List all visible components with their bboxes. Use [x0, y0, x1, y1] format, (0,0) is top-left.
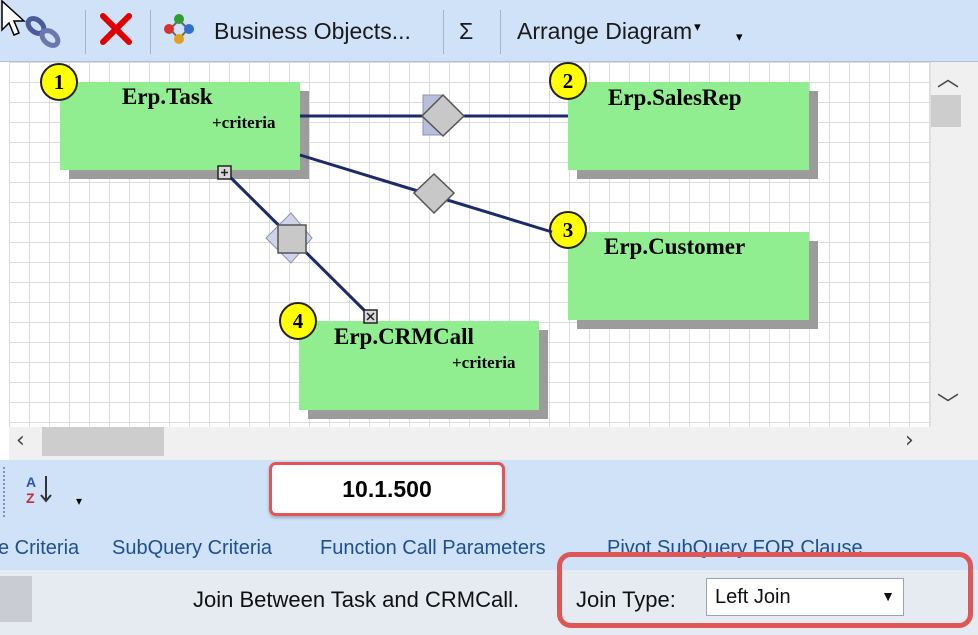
sort-az-icon: A Z	[26, 474, 52, 506]
toolbar-grip	[3, 467, 7, 517]
tab-subquery-criteria[interactable]: SubQuery Criteria	[112, 537, 272, 560]
arrange-diagram-label: Arrange Diagram	[517, 17, 693, 44]
entity-badge: 1	[40, 63, 78, 101]
business-objects-label: Business Objects...	[214, 17, 411, 44]
sum-icon: Σ	[459, 17, 474, 44]
tab-criteria[interactable]: e Criteria	[0, 537, 79, 560]
diagram-toolbar: Business Objects... Σ Arrange Diagram ▾ …	[0, 0, 978, 62]
entity-name: Erp.CRMCall	[334, 324, 474, 349]
svg-text:Z: Z	[26, 490, 35, 506]
toolbar-overflow-button[interactable]: ▾	[736, 8, 750, 54]
svg-text:A: A	[26, 474, 36, 490]
business-objects-button[interactable]: Business Objects...	[162, 8, 427, 54]
delete-icon	[98, 11, 134, 52]
business-objects-icon	[162, 12, 196, 51]
sum-button[interactable]: Σ	[459, 8, 483, 54]
entity-criteria[interactable]: +criteria	[212, 113, 275, 133]
chevron-down-icon: ▾	[694, 19, 701, 34]
toolbar-separator	[500, 10, 501, 54]
highlight-annotation	[557, 552, 973, 628]
entity-criteria[interactable]: +criteria	[452, 353, 515, 373]
chevron-down-icon[interactable]: ﹀	[937, 395, 959, 417]
entity-badge: 2	[549, 62, 587, 100]
chevron-up-icon[interactable]: ︿	[937, 69, 959, 91]
entity-name: Erp.Customer	[604, 234, 746, 259]
delete-button[interactable]	[98, 8, 138, 54]
panel-handle	[0, 576, 32, 622]
chevron-down-icon: ▾	[76, 494, 83, 508]
tab-function-call-parameters[interactable]: Function Call Parameters	[320, 537, 546, 560]
entity-badge: 3	[549, 211, 587, 249]
chevron-left-icon[interactable]: ‹	[16, 430, 25, 452]
toolbar-separator	[443, 10, 444, 54]
toolbar-separator	[150, 10, 151, 54]
entity-badge: 4	[279, 302, 317, 340]
vertical-scroll-thumb[interactable]	[931, 95, 961, 127]
chevron-right-icon[interactable]: ›	[905, 430, 914, 452]
entity-name: Erp.Task	[122, 84, 213, 109]
join-description: Join Between Task and CRMCall.	[193, 587, 520, 612]
cursor-icon	[1, 0, 26, 36]
arrange-diagram-button[interactable]: Arrange Diagram ▾	[517, 8, 727, 54]
toolbar-separator	[85, 10, 86, 54]
chevron-down-icon: ▾	[736, 29, 743, 44]
sort-button[interactable]: A Z ▾	[24, 470, 94, 514]
entity-name: Erp.SalesRep	[608, 85, 742, 110]
version-label: 10.1.500	[269, 462, 505, 516]
horizontal-scroll-thumb[interactable]	[42, 427, 164, 456]
